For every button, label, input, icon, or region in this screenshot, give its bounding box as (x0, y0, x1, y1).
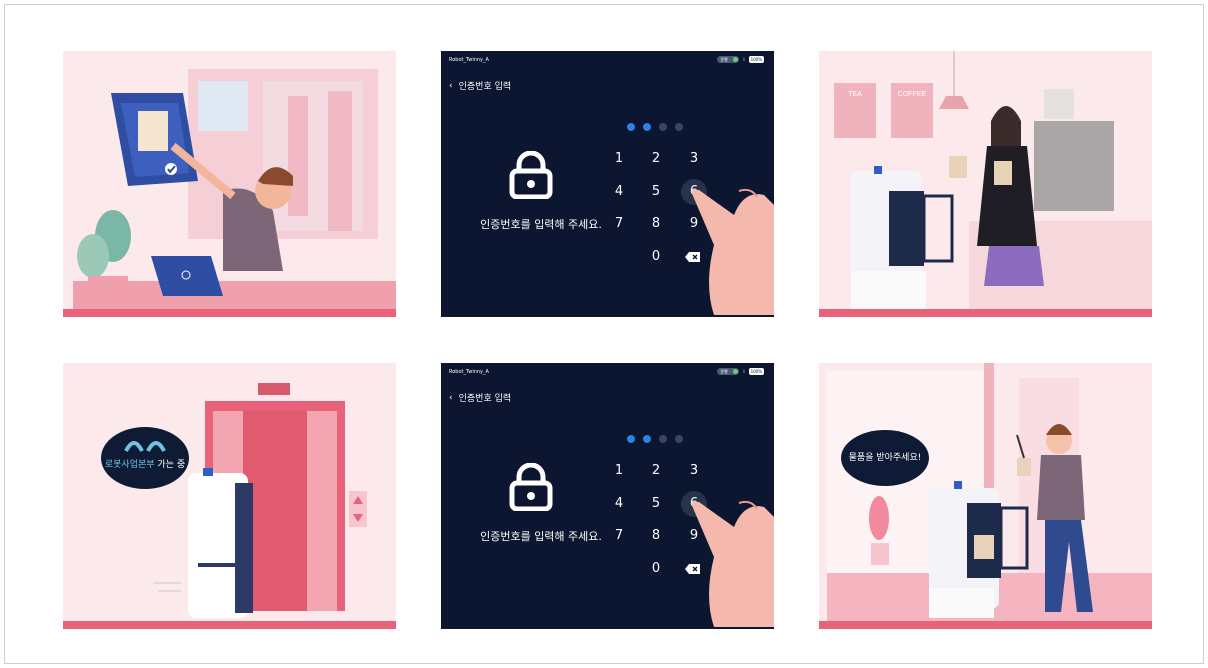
lock-icon (509, 151, 553, 199)
pin-dots (627, 435, 683, 443)
bubble-destination: 로봇사업본부 (104, 460, 155, 470)
floor-strip (63, 621, 396, 629)
pin-dot (643, 123, 651, 131)
robot-name: Robot_Twinny_A (449, 57, 489, 63)
cafe-illustration: TEA COFFEE (834, 51, 1152, 311)
menu-board-tea: TEA (848, 91, 862, 98)
battery-indicator: 100% (748, 56, 764, 63)
status-bubble: 로봇사업본부 가는 중 (101, 427, 189, 489)
floor-strip (63, 309, 396, 317)
key-5[interactable]: 5 (643, 491, 669, 517)
pin-dot (675, 435, 683, 443)
pin-dot (659, 435, 667, 443)
lock-icon (509, 463, 553, 511)
key-7[interactable]: 7 (606, 211, 632, 237)
pointing-hand (691, 188, 774, 315)
key-3[interactable]: 3 (681, 146, 707, 172)
key-1[interactable]: 1 (606, 146, 632, 172)
elevator-illustration (153, 383, 367, 618)
key-2[interactable]: 2 (643, 458, 669, 484)
bubble-text: 물품을 받아주세요! (848, 453, 922, 463)
key-4[interactable]: 4 (606, 179, 632, 205)
bubble-status: 가는 중 (154, 460, 186, 470)
pin-dot (675, 123, 683, 131)
delivery-illustration (827, 363, 1152, 623)
floor-strip (819, 309, 1152, 317)
robot-name: Robot_Twinny_A (449, 369, 489, 375)
key-5[interactable]: 5 (643, 179, 669, 205)
pin-dot (627, 435, 635, 443)
robot-eyes-icon (124, 441, 166, 452)
key-8[interactable]: 8 (643, 523, 669, 549)
battery-indicator: 100% (748, 368, 764, 375)
pointing-hand (691, 500, 774, 627)
drive-toggle[interactable]: 운행 (717, 368, 740, 375)
drive-toggle[interactable]: 운행 (717, 56, 740, 63)
status-bar: 운행 I 100% (717, 368, 764, 375)
back-button[interactable]: ‹ 인증번호 입력 (449, 391, 512, 405)
screen-title: 인증번호 입력 (458, 394, 512, 404)
floor-strip (819, 621, 1152, 629)
pin-dot (643, 435, 651, 443)
robot-screen-2: Robot_Twinny_A 운행 I 100% ‹ 인증번호 입력 인증번호를… (441, 363, 774, 629)
key-1[interactable]: 1 (606, 458, 632, 484)
illustration-order (63, 51, 396, 317)
key-0[interactable]: 0 (643, 244, 669, 270)
illustration-delivery: 물품을 받아주세요! (819, 363, 1152, 629)
chevron-left-icon: ‹ (449, 80, 453, 91)
key-4[interactable]: 4 (606, 491, 632, 517)
key-3[interactable]: 3 (681, 458, 707, 484)
order-illustration (73, 69, 396, 311)
screen-title: 인증번호 입력 (458, 82, 512, 92)
menu-board-coffee: COFFEE (898, 91, 927, 98)
chevron-left-icon: ‹ (449, 392, 453, 403)
status-bar: 운행 I 100% (717, 56, 764, 63)
robot-screen-1: Robot_Twinny_A 운행 I 100% ‹ 인증번호 입력 인증번호를… (441, 51, 774, 317)
key-2[interactable]: 2 (643, 146, 669, 172)
delivery-bubble: 물품을 받아주세요! (841, 430, 929, 486)
pin-dot (627, 123, 635, 131)
illustration-elevator: 로봇사업본부 가는 중 (63, 363, 396, 629)
key-8[interactable]: 8 (643, 211, 669, 237)
key-0[interactable]: 0 (643, 556, 669, 582)
pin-dot (659, 123, 667, 131)
illustration-cafe: TEA COFFEE (819, 51, 1152, 317)
key-7[interactable]: 7 (606, 523, 632, 549)
back-button[interactable]: ‹ 인증번호 입력 (449, 79, 512, 93)
pin-dots (627, 123, 683, 131)
